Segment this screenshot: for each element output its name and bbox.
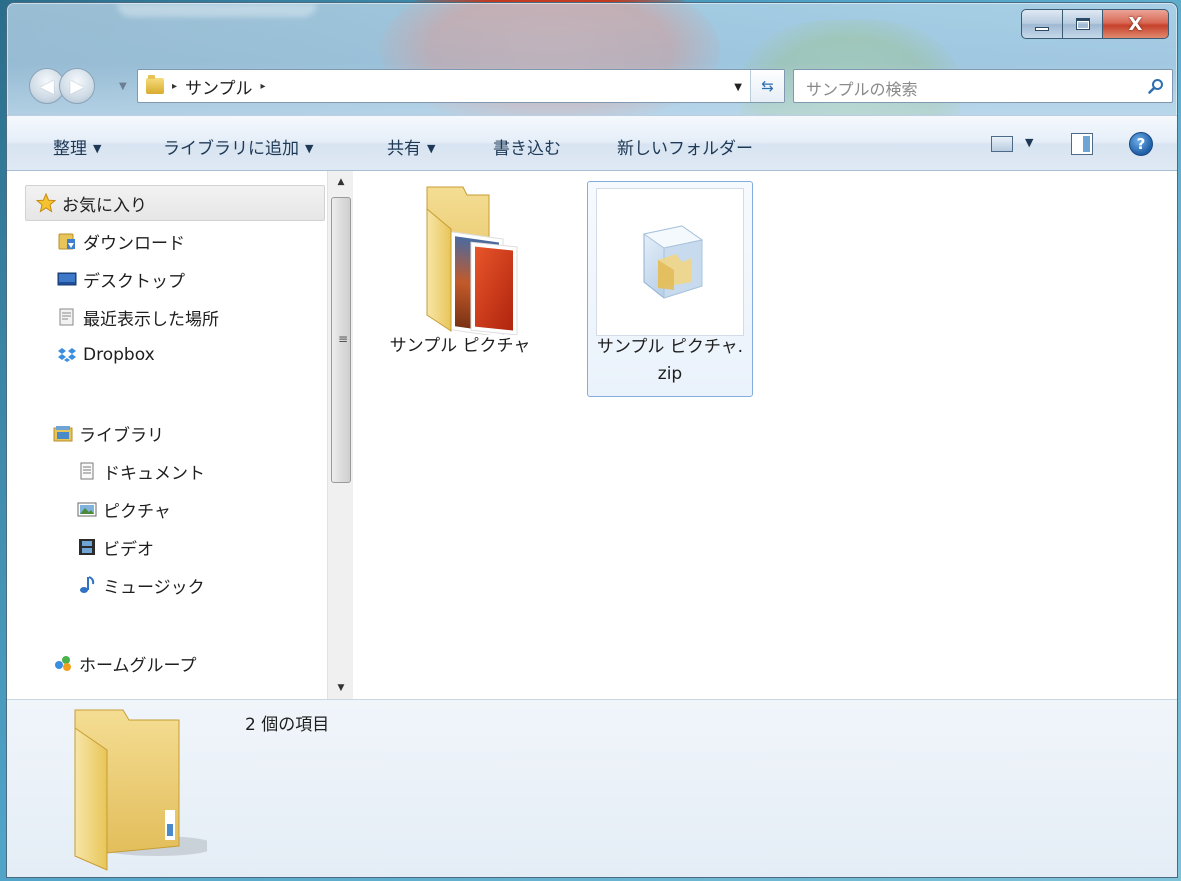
- sidebar-item-label: Dropbox: [83, 345, 155, 365]
- recent-places-icon: [59, 308, 74, 326]
- address-bar[interactable]: ▸ サンプル ▸ ▼ ⇆: [137, 69, 785, 103]
- file-name: サンプル ピクチャ: [389, 336, 531, 356]
- chevron-down-icon: ▼: [93, 142, 102, 155]
- sidebar-item-favorites[interactable]: お気に入り: [25, 185, 325, 221]
- file-item-folder[interactable]: サンプル ピクチャ: [377, 181, 543, 397]
- burn-button[interactable]: 書き込む: [493, 134, 561, 159]
- sidebar-item-dropbox[interactable]: Dropbox: [57, 337, 373, 373]
- sidebar-item-label: お気に入り: [62, 195, 147, 216]
- content-area: お気に入り ダウンロード デスクトップ 最近表示した場所 Dropbox ライブ…: [7, 171, 1177, 699]
- new-folder-button[interactable]: 新しいフォルダー: [617, 134, 753, 159]
- command-bar: 整理 ▼ ライブラリに追加 ▼ 共有 ▼ 書き込む 新しいフォルダー ▼ ?: [7, 115, 1177, 171]
- details-pane: 2 個の項目: [7, 699, 1177, 877]
- address-history-dropdown-icon[interactable]: ▼: [734, 82, 742, 93]
- sidebar-item-label: ダウンロード: [83, 233, 185, 254]
- pictures-icon: [77, 502, 97, 517]
- search-icon[interactable]: [1148, 78, 1164, 94]
- item-count: 2 個の項目: [245, 715, 330, 735]
- dropbox-icon: [58, 348, 76, 362]
- recent-pages-dropdown-icon[interactable]: ▼: [119, 81, 127, 92]
- picture-folder-icon: [426, 186, 518, 335]
- maximize-icon: [1075, 18, 1090, 30]
- view-options-dropdown-icon[interactable]: ▼: [1025, 136, 1033, 149]
- videos-icon: [79, 539, 95, 555]
- preview-pane-icon[interactable]: [1071, 133, 1093, 155]
- sidebar-item-label: ピクチャ: [103, 501, 171, 522]
- sidebar-item-label: ライブラリ: [79, 425, 164, 446]
- chevron-down-icon: ▼: [427, 142, 436, 155]
- new-folder-label: 新しいフォルダー: [617, 139, 753, 159]
- zip-archive-icon: [642, 225, 704, 299]
- navigation-row: ◀ ▶ ▼ ▸ サンプル ▸ ▼ ⇆ サンプルの検索: [7, 61, 1177, 111]
- sidebar-item-label: 最近表示した場所: [83, 309, 219, 330]
- desktop-icon: [57, 272, 77, 286]
- chevron-down-icon: ▼: [305, 142, 314, 155]
- navigation-pane: お気に入り ダウンロード デスクトップ 最近表示した場所 Dropbox ライブ…: [7, 171, 327, 699]
- documents-icon: [80, 462, 94, 480]
- title-bar[interactable]: X: [7, 3, 1177, 61]
- sidebar-item-label: ホームグループ: [79, 655, 197, 676]
- star-icon: [36, 193, 56, 213]
- close-button[interactable]: X: [1103, 9, 1169, 39]
- minimize-icon: [1035, 27, 1049, 31]
- file-item-zip[interactable]: サンプル ピクチャ.zip: [587, 181, 753, 397]
- share-menu[interactable]: 共有 ▼: [387, 134, 435, 159]
- add-to-library-label: ライブラリに追加: [163, 139, 299, 159]
- breadcrumb-separator-trailing[interactable]: ▸: [261, 81, 266, 92]
- homegroup-icon: [55, 656, 71, 671]
- file-name: サンプル ピクチャ.zip: [596, 337, 744, 384]
- burn-label: 書き込む: [493, 139, 561, 159]
- libraries-icon: [53, 426, 73, 442]
- downloads-icon: [58, 233, 75, 250]
- explorer-window: X ◀ ▶ ▼ ▸ サンプル ▸ ▼ ⇆ サンプルの検索 整理 ▼ ライブラリに追…: [6, 2, 1178, 878]
- sidebar-item-label: デスクトップ: [83, 271, 185, 292]
- grip-icon: ≡: [338, 332, 349, 346]
- refresh-button[interactable]: ⇆: [750, 70, 784, 102]
- sidebar-item-recent-places[interactable]: 最近表示した場所: [57, 299, 373, 335]
- organize-menu[interactable]: 整理 ▼: [53, 134, 101, 159]
- forward-arrow-icon: ▶: [70, 75, 84, 97]
- close-icon: X: [1128, 13, 1143, 35]
- breadcrumb-separator[interactable]: ▸: [172, 81, 177, 92]
- sidebar-item-label: ミュージック: [103, 577, 205, 598]
- sidebar-item-homegroup[interactable]: ホームグループ: [53, 645, 369, 681]
- organize-label: 整理: [53, 139, 87, 159]
- help-icon[interactable]: ?: [1129, 132, 1153, 156]
- sidebar-item-label: ドキュメント: [103, 463, 205, 484]
- navigation-pane-scrollbar[interactable]: ▲ ≡ ▼: [327, 171, 353, 699]
- sidebar-item-label: ビデオ: [103, 539, 154, 560]
- scroll-down-arrow-icon[interactable]: ▼: [328, 677, 354, 699]
- sidebar-item-desktop[interactable]: デスクトップ: [57, 261, 373, 297]
- folder-icon: [146, 75, 164, 94]
- sidebar-item-downloads[interactable]: ダウンロード: [57, 223, 373, 259]
- view-options-icon[interactable]: [991, 136, 1013, 152]
- folder-icon-large: [74, 709, 207, 871]
- music-icon: [80, 576, 95, 593]
- forward-button[interactable]: ▶: [59, 68, 95, 104]
- sidebar-item-libraries[interactable]: ライブラリ: [53, 415, 369, 451]
- file-list-pane[interactable]: サンプル ピクチャ サンプル ピクチャ.zip: [355, 171, 1177, 699]
- scroll-thumb[interactable]: ≡: [331, 197, 351, 483]
- add-to-library-menu[interactable]: ライブラリに追加 ▼: [163, 134, 313, 159]
- share-label: 共有: [387, 139, 421, 159]
- back-arrow-icon: ◀: [40, 75, 54, 97]
- caption-buttons: X: [1021, 9, 1169, 39]
- breadcrumb-location[interactable]: サンプル: [185, 74, 253, 99]
- search-placeholder: サンプルの検索: [806, 80, 918, 99]
- scroll-up-arrow-icon[interactable]: ▲: [328, 171, 354, 193]
- refresh-icon: ⇆: [761, 77, 774, 95]
- maximize-button[interactable]: [1063, 9, 1103, 39]
- search-input[interactable]: サンプルの検索: [793, 69, 1173, 103]
- minimize-button[interactable]: [1021, 9, 1063, 39]
